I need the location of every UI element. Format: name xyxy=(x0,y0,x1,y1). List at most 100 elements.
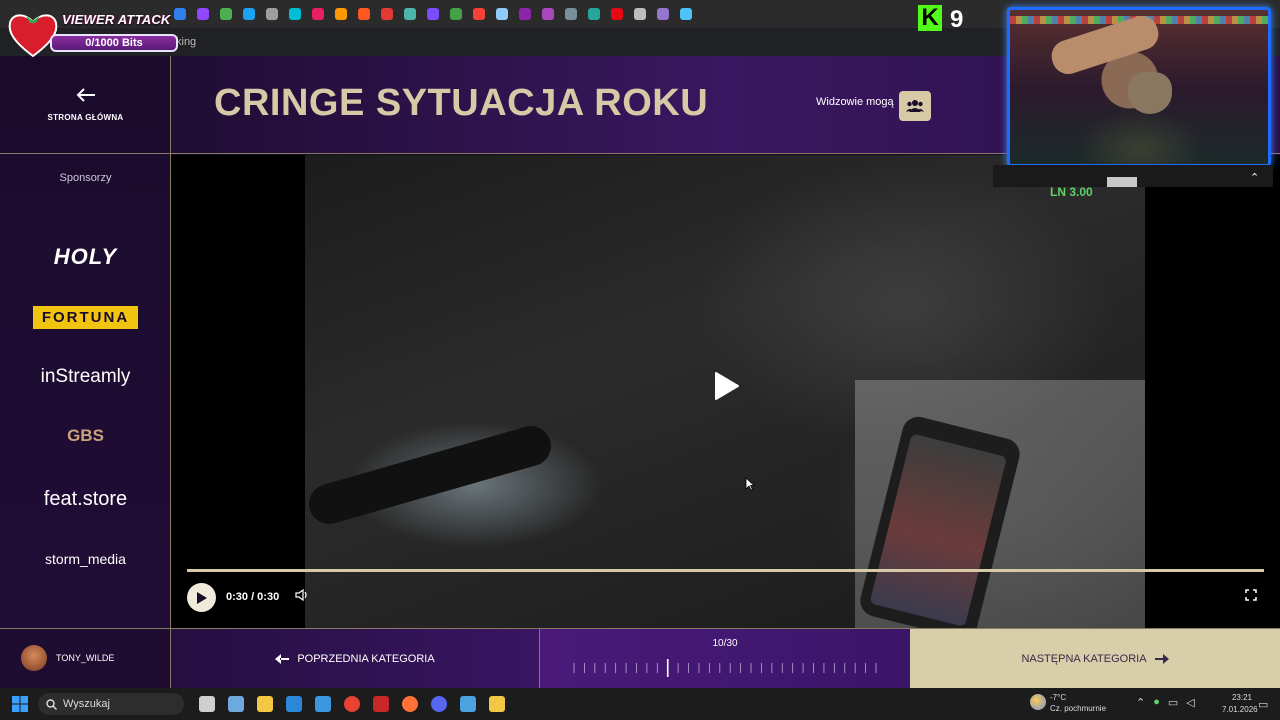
tab-title[interactable]: king xyxy=(176,36,196,48)
bits-progress: 0/1000 Bits xyxy=(50,34,178,52)
viewers-label: Widzowie mogą xyxy=(816,96,894,108)
overlay-counter: 9 xyxy=(950,6,964,33)
sponsor-featstore-logo[interactable]: feat.store xyxy=(0,488,171,511)
page-ticks[interactable] xyxy=(572,659,878,677)
webcam-overlay xyxy=(1007,7,1271,167)
notification-icon[interactable]: ▭ xyxy=(1258,698,1268,711)
weather-temp: -7°C xyxy=(1050,693,1067,702)
video-progress-bar[interactable] xyxy=(187,569,1264,572)
microphone-icon[interactable]: ● xyxy=(1153,696,1160,709)
bookmark-icon[interactable] xyxy=(329,0,352,28)
bookmark-icon[interactable] xyxy=(283,0,306,28)
bookmark-icon[interactable] xyxy=(306,0,329,28)
clock-time: 23:21 xyxy=(1231,693,1252,702)
category-pager: 10/30 xyxy=(540,629,910,689)
page-title: CRINGE SYTUACJA ROKU xyxy=(214,82,709,124)
discord-icon[interactable] xyxy=(424,692,453,716)
play-small-icon xyxy=(197,591,207,604)
monitor-icon[interactable] xyxy=(221,692,250,716)
network-icon[interactable]: ▭ xyxy=(1168,696,1178,709)
next-category-button[interactable]: NASTĘPNA KATEGORIA xyxy=(910,629,1280,689)
video-time: 0:30 / 0:30 xyxy=(226,591,280,603)
bookmark-icon[interactable] xyxy=(191,0,214,28)
bookmark-icon[interactable] xyxy=(375,0,398,28)
weather-widget[interactable]: -7°C Cz. pochmurnie xyxy=(1030,692,1130,716)
avatar xyxy=(21,645,47,671)
bookmark-icon[interactable] xyxy=(582,0,605,28)
taskbar-apps xyxy=(192,692,511,716)
sponsor-fortuna-text: FORTUNA xyxy=(32,306,139,329)
bookmark-icon[interactable] xyxy=(352,0,375,28)
users-icon xyxy=(906,100,924,112)
sponsor-holy-logo[interactable]: HOLY xyxy=(0,244,171,270)
bookmark-icon[interactable] xyxy=(674,0,697,28)
twitch-tool-icon[interactable] xyxy=(366,692,395,716)
arrow-left-icon xyxy=(275,654,290,664)
kick-logo: K xyxy=(918,5,942,31)
prev-category-button[interactable]: POPRZEDNIA KATEGORIA xyxy=(171,629,540,689)
speaker-icon[interactable]: ◁ xyxy=(1186,696,1194,709)
next-category-label: NASTĘPNA KATEGORIA xyxy=(1021,653,1147,665)
windows-start-icon[interactable] xyxy=(12,696,28,712)
odds-panel: ⌃ xyxy=(993,165,1273,187)
video-scene-arm xyxy=(304,421,556,529)
chevron-up-icon[interactable]: ⌃ xyxy=(1250,171,1259,184)
taskbar-search[interactable]: Wyszukaj xyxy=(38,693,184,715)
volume-icon[interactable] xyxy=(295,588,309,604)
bookmark-icon[interactable] xyxy=(398,0,421,28)
obs-icon[interactable] xyxy=(482,692,511,716)
chrome-icon[interactable] xyxy=(337,692,366,716)
user-panel: TONY_WILDE xyxy=(0,629,171,689)
bottom-nav: TONY_WILDE POPRZEDNIA KATEGORIA 10/30 NA… xyxy=(0,628,1280,689)
system-tray: ⌃ ● ▭ ◁ xyxy=(1136,696,1195,709)
prev-category-label: POPRZEDNIA KATEGORIA xyxy=(297,653,435,665)
taskbar: Wyszukaj -7°C Cz. pochmurnie ⌃ ● ▭ ◁ 23:… xyxy=(0,688,1280,720)
sidebar: STRONA GŁÓWNA Sponsorzy HOLY FORTUNA inS… xyxy=(0,56,171,628)
viewer-attack-widget: VIEWER ATTACK 0/1000 Bits xyxy=(4,6,178,58)
bookmark-icon[interactable] xyxy=(605,0,628,28)
sponsor-stormmedia-logo[interactable]: storm_media xyxy=(0,551,171,567)
home-label: STRONA GŁÓWNA xyxy=(47,112,124,122)
bookmark-icon[interactable] xyxy=(536,0,559,28)
arrow-right-icon xyxy=(1154,654,1169,664)
weather-desc: Cz. pochmurnie xyxy=(1050,704,1107,713)
bookmark-icon[interactable] xyxy=(237,0,260,28)
chevron-up-icon[interactable]: ⌃ xyxy=(1136,696,1145,709)
firefox-icon[interactable] xyxy=(395,692,424,716)
page-counter: 10/30 xyxy=(712,638,738,649)
bookmark-icon[interactable] xyxy=(444,0,467,28)
viewers-button[interactable] xyxy=(899,91,931,121)
bookmark-icon[interactable] xyxy=(214,0,237,28)
bookmark-icon[interactable] xyxy=(467,0,490,28)
search-placeholder: Wyszukaj xyxy=(63,698,110,710)
search-icon xyxy=(46,698,57,710)
arrow-left-icon xyxy=(76,87,96,107)
bookmark-icon[interactable] xyxy=(628,0,651,28)
sponsor-gbs-logo[interactable]: GBS xyxy=(0,426,171,446)
photos-icon[interactable] xyxy=(453,692,482,716)
sponsor-fortuna-logo[interactable]: FORTUNA xyxy=(0,306,171,329)
store-icon[interactable] xyxy=(279,692,308,716)
home-button[interactable]: STRONA GŁÓWNA xyxy=(0,56,171,154)
task-view-icon[interactable] xyxy=(192,692,221,716)
video-play-button[interactable] xyxy=(187,583,216,612)
screen: king STRONA GŁÓWNA Sponsorzy HOLY FORTUN… xyxy=(0,0,1280,720)
fullscreen-icon[interactable] xyxy=(1245,589,1257,604)
bookmark-icon[interactable] xyxy=(421,0,444,28)
username: TONY_WILDE xyxy=(56,653,115,663)
bookmark-icon[interactable] xyxy=(559,0,582,28)
bookmark-icon[interactable] xyxy=(513,0,536,28)
video-player[interactable]: 0:30 / 0:30 xyxy=(171,155,1280,628)
viewer-attack-title: VIEWER ATTACK xyxy=(62,12,171,27)
bookmark-icon[interactable] xyxy=(490,0,513,28)
sponsors-heading: Sponsorzy xyxy=(59,172,112,184)
mouse-cursor-icon xyxy=(745,477,755,491)
system-clock[interactable]: 23:21 7.01.2026 xyxy=(1222,692,1258,716)
sponsor-instreamly-logo[interactable]: inStreamly xyxy=(0,366,171,388)
bookmark-icon[interactable] xyxy=(260,0,283,28)
weather-icon xyxy=(1030,694,1046,710)
mail-icon[interactable] xyxy=(308,692,337,716)
play-icon[interactable] xyxy=(714,371,740,401)
file-explorer-icon[interactable] xyxy=(250,692,279,716)
bookmark-icon[interactable] xyxy=(651,0,674,28)
